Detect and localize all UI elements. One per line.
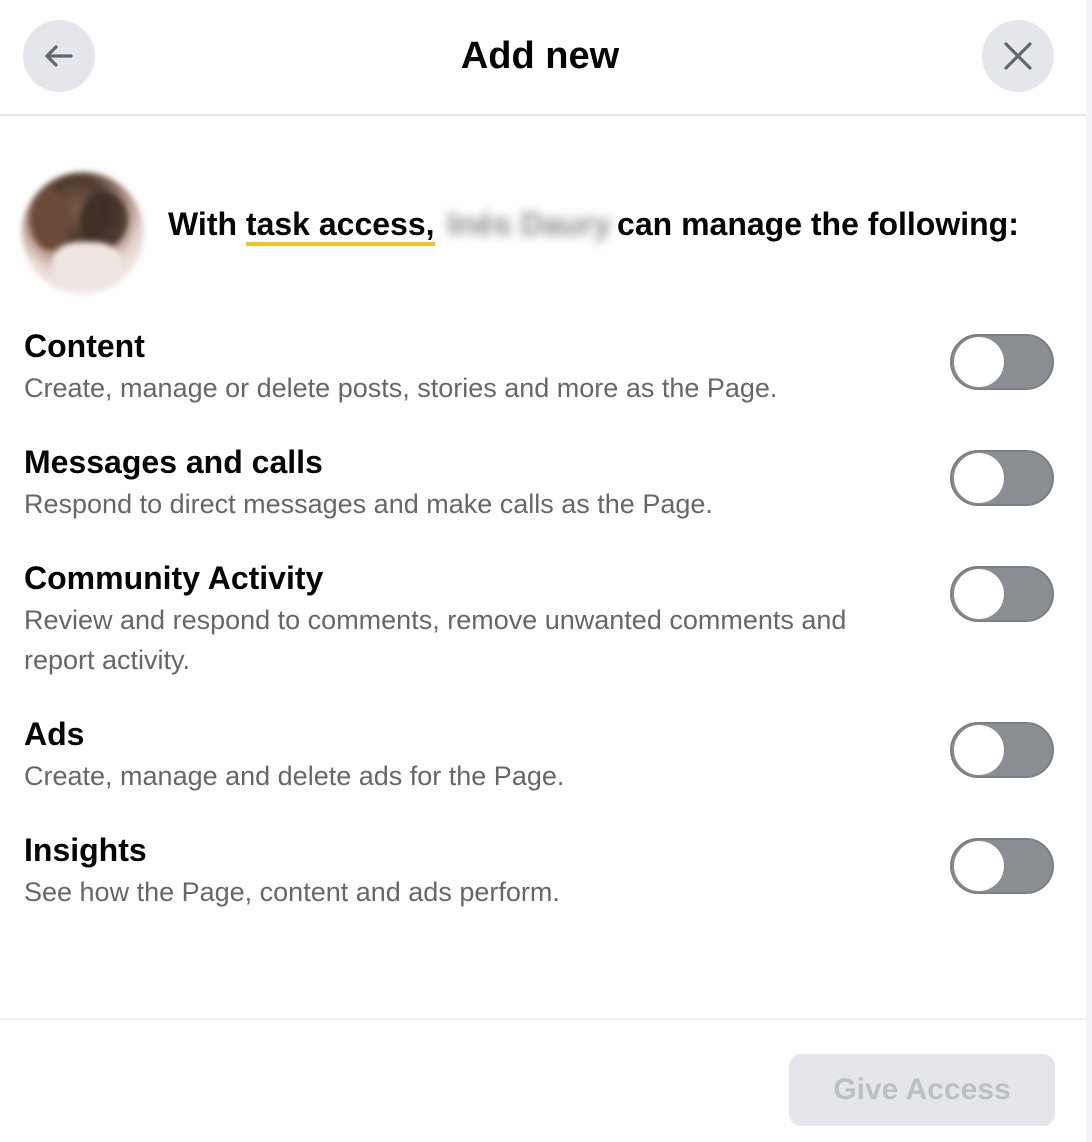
permission-description: See how the Page, content and ads perfor… [24, 877, 560, 907]
permission-title: Content [24, 328, 145, 364]
permission-description: Create, manage or delete posts, stories … [24, 373, 778, 403]
permission-community-activity: Community Activity Review and respond to… [24, 558, 1064, 680]
permission-messages-and-calls: Messages and calls Respond to direct mes… [24, 442, 1064, 524]
permission-description: Review and respond to comments, remove u… [24, 605, 847, 675]
community-activity-toggle[interactable] [950, 566, 1054, 622]
close-button[interactable] [982, 20, 1054, 92]
permission-description: Respond to direct messages and make call… [24, 489, 713, 519]
permission-title: Insights [24, 832, 147, 868]
intro-prefix: With [168, 206, 238, 242]
intro-text: With task access, Inés Daury can manage t… [168, 204, 1019, 246]
dialog-header: Add new [0, 0, 1086, 116]
background-edge [1086, 0, 1092, 1142]
toggle-knob [954, 569, 1004, 619]
toggle-knob [954, 453, 1004, 503]
avatar [22, 172, 144, 294]
task-access-link[interactable]: task access, [245, 206, 435, 246]
toggle-knob [954, 841, 1004, 891]
person-name: Inés Daury [447, 206, 612, 242]
toggle-knob [954, 337, 1004, 387]
messages-and-calls-toggle[interactable] [950, 450, 1054, 506]
add-new-dialog: Add new With task access, Inés Daury can … [0, 0, 1086, 1142]
dialog-footer: Give Access [0, 1018, 1086, 1142]
permission-title: Messages and calls [24, 444, 323, 480]
close-icon [1004, 42, 1032, 70]
dialog-title: Add new [460, 35, 620, 77]
permission-insights: Insights See how the Page, content and a… [24, 830, 1064, 912]
ads-toggle[interactable] [950, 722, 1054, 778]
give-access-button[interactable]: Give Access [789, 1054, 1055, 1126]
task-access-intro: With task access, Inés Daury can manage t… [22, 172, 1072, 296]
permission-title: Community Activity [24, 560, 324, 596]
permission-title: Ads [24, 716, 85, 752]
toggle-knob [954, 725, 1004, 775]
permission-content: Content Create, manage or delete posts, … [24, 326, 1064, 408]
permission-ads: Ads Create, manage and delete ads for th… [24, 714, 1064, 796]
permission-description: Create, manage and delete ads for the Pa… [24, 761, 565, 791]
insights-toggle[interactable] [950, 838, 1054, 894]
intro-suffix: can manage the following: [617, 206, 1019, 242]
content-toggle[interactable] [950, 334, 1054, 390]
